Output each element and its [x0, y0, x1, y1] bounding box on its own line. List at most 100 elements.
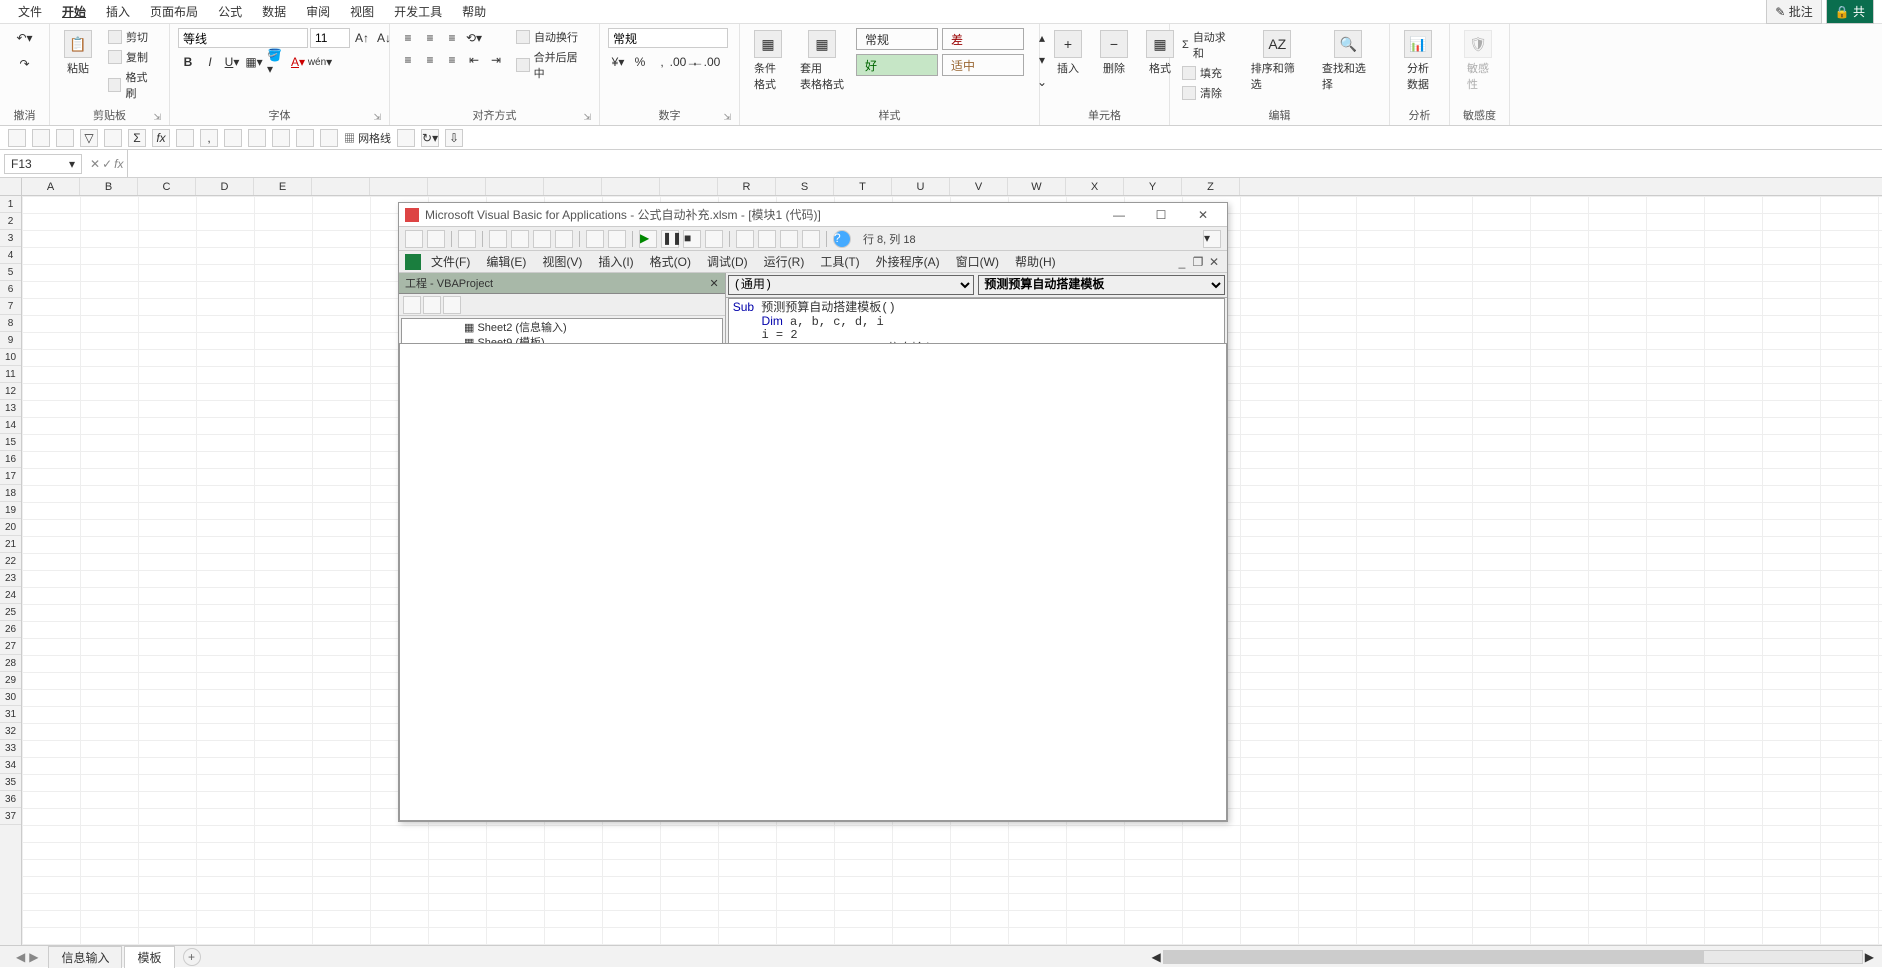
qat-gridlines-label[interactable]: ▦ 网格线: [344, 130, 391, 146]
indent-inc-button[interactable]: ⇥: [486, 50, 506, 70]
bold-button[interactable]: B: [178, 52, 198, 72]
vbe-tb-break-icon[interactable]: ❚❚: [661, 230, 679, 248]
number-launcher-icon[interactable]: ⇲: [723, 112, 731, 123]
qat-btn-1[interactable]: [8, 129, 26, 147]
vbe-close-button[interactable]: ✕: [1185, 208, 1221, 222]
vbe-menu-addins[interactable]: 外接程序(A): [870, 251, 946, 272]
align-top-button[interactable]: ≡: [398, 28, 418, 48]
vbe-tb-find-icon[interactable]: [555, 230, 573, 248]
mdi-restore-icon[interactable]: ❐: [1191, 255, 1205, 269]
code-object-select[interactable]: (通用): [728, 275, 975, 295]
align-bottom-button[interactable]: ≡: [442, 28, 462, 48]
increase-font-button[interactable]: A↑: [352, 28, 372, 48]
vbe-tb-browser-icon[interactable]: [780, 230, 798, 248]
insert-cells-button[interactable]: +插入: [1048, 28, 1088, 78]
vbe-menu-edit[interactable]: 编辑(E): [480, 251, 532, 272]
comments-button[interactable]: ✎ 批注: [1766, 0, 1821, 24]
vbe-tb-cut-icon[interactable]: [489, 230, 507, 248]
row-headers[interactable]: 1234567891011121314151617181920212223242…: [0, 196, 22, 945]
vbe-menu-help[interactable]: 帮助(H): [1009, 251, 1062, 272]
vbe-menu-view[interactable]: 视图(V): [536, 251, 588, 272]
font-size-select[interactable]: [310, 28, 350, 48]
align-right-button[interactable]: ≡: [442, 50, 462, 70]
align-center-button[interactable]: ≡: [420, 50, 440, 70]
number-format-select[interactable]: [608, 28, 728, 48]
vbe-titlebar[interactable]: Microsoft Visual Basic for Applications …: [399, 203, 1227, 227]
orientation-button[interactable]: ⟲▾: [464, 28, 484, 48]
fill-color-button[interactable]: 🪣▾: [266, 52, 286, 72]
menu-insert[interactable]: 插入: [96, 0, 140, 23]
sheet-tab-2[interactable]: 模板: [124, 946, 174, 968]
phonetic-button[interactable]: wén▾: [310, 52, 330, 72]
menu-view[interactable]: 视图: [340, 0, 384, 23]
qat-btn-2[interactable]: [32, 129, 50, 147]
vbe-menu-run[interactable]: 运行(R): [758, 251, 811, 272]
project-close-icon[interactable]: ✕: [710, 277, 719, 290]
menu-layout[interactable]: 页面布局: [140, 0, 208, 23]
vbe-menu-insert[interactable]: 插入(I): [592, 251, 639, 272]
sort-filter-button[interactable]: AZ排序和筛选: [1245, 28, 1310, 94]
align-launcher-icon[interactable]: ⇲: [583, 112, 591, 123]
vbe-tb-props-icon[interactable]: [758, 230, 776, 248]
copy-button[interactable]: 复制: [104, 48, 161, 66]
find-select-button[interactable]: 🔍查找和选择: [1316, 28, 1381, 94]
formula-input[interactable]: [127, 150, 1882, 177]
qat-btn-8[interactable]: [176, 129, 194, 147]
percent-button[interactable]: %: [630, 52, 650, 72]
menu-dev[interactable]: 开发工具: [384, 0, 452, 23]
font-color-button[interactable]: A▾: [288, 52, 308, 72]
qat-btn-5[interactable]: [104, 129, 122, 147]
immediate-window[interactable]: [399, 343, 1227, 821]
merge-center-button[interactable]: 合并后居中: [512, 48, 591, 82]
font-launcher-icon[interactable]: ⇲: [373, 112, 381, 123]
vbe-menu-file[interactable]: 文件(F): [425, 251, 476, 272]
vbe-tb-toolbox-icon[interactable]: [802, 230, 820, 248]
proj-tb-1[interactable]: [403, 296, 421, 314]
delete-cells-button[interactable]: −删除: [1094, 28, 1134, 78]
hscroll-right-icon[interactable]: ▶: [1865, 950, 1874, 964]
font-name-select[interactable]: [178, 28, 308, 48]
menu-help[interactable]: 帮助: [452, 0, 496, 23]
clear-button[interactable]: 清除: [1178, 84, 1239, 102]
qat-more-icon[interactable]: ⇩: [445, 129, 463, 147]
qat-btn-12[interactable]: [272, 129, 290, 147]
add-sheet-button[interactable]: +: [183, 948, 201, 966]
vbe-max-button[interactable]: ☐: [1143, 208, 1179, 222]
vbe-tb-run-icon[interactable]: ▶: [639, 230, 657, 248]
cond-format-button[interactable]: ▦条件格式: [748, 28, 788, 94]
qat-btn-16[interactable]: [397, 129, 415, 147]
hscroll-left-icon[interactable]: ◀: [1152, 950, 1161, 964]
underline-button[interactable]: U▾: [222, 52, 242, 72]
vbe-tb-save-icon[interactable]: [458, 230, 476, 248]
qat-btn-11[interactable]: [248, 129, 266, 147]
style-normal[interactable]: 常规: [856, 28, 938, 50]
vbe-min-button[interactable]: —: [1101, 208, 1137, 222]
vbe-excel-icon[interactable]: [405, 254, 421, 270]
style-neutral[interactable]: 适中: [942, 54, 1024, 76]
redo-button[interactable]: ↷: [15, 54, 35, 74]
share-button[interactable]: 🔒 共: [1826, 0, 1874, 24]
vbe-tb-overflow-icon[interactable]: ▾: [1203, 230, 1221, 248]
code-proc-select[interactable]: 预测预算自动搭建模板: [978, 275, 1225, 295]
fx-icon[interactable]: fx: [114, 157, 123, 171]
column-headers[interactable]: ABCDERSTUVWXYZ: [22, 178, 1882, 196]
vbe-menu-window[interactable]: 窗口(W): [950, 251, 1005, 272]
name-box[interactable]: F13▾: [4, 154, 82, 174]
menu-formulas[interactable]: 公式: [208, 0, 252, 23]
paste-button[interactable]: 📋粘贴: [58, 28, 98, 78]
border-button[interactable]: ▦▾: [244, 52, 264, 72]
proj-tb-3[interactable]: [443, 296, 461, 314]
vbe-tb-reset-icon[interactable]: ■: [683, 230, 701, 248]
wrap-text-button[interactable]: 自动换行: [512, 28, 591, 46]
vbe-menu-tools[interactable]: 工具(T): [814, 251, 865, 272]
tab-nav-last-icon[interactable]: ▶: [29, 950, 38, 964]
menu-review[interactable]: 审阅: [296, 0, 340, 23]
vbe-tb-help-icon[interactable]: ?: [833, 230, 851, 248]
qat-btn-13[interactable]: [296, 129, 314, 147]
autosum-button[interactable]: Σ自动求和: [1178, 28, 1239, 62]
analyze-data-button[interactable]: 📊分析 数据: [1398, 28, 1438, 94]
mdi-min-icon[interactable]: _: [1175, 255, 1189, 269]
qat-btn-10[interactable]: [224, 129, 242, 147]
vbe-tb-undo-icon[interactable]: [586, 230, 604, 248]
qat-btn-14[interactable]: [320, 129, 338, 147]
